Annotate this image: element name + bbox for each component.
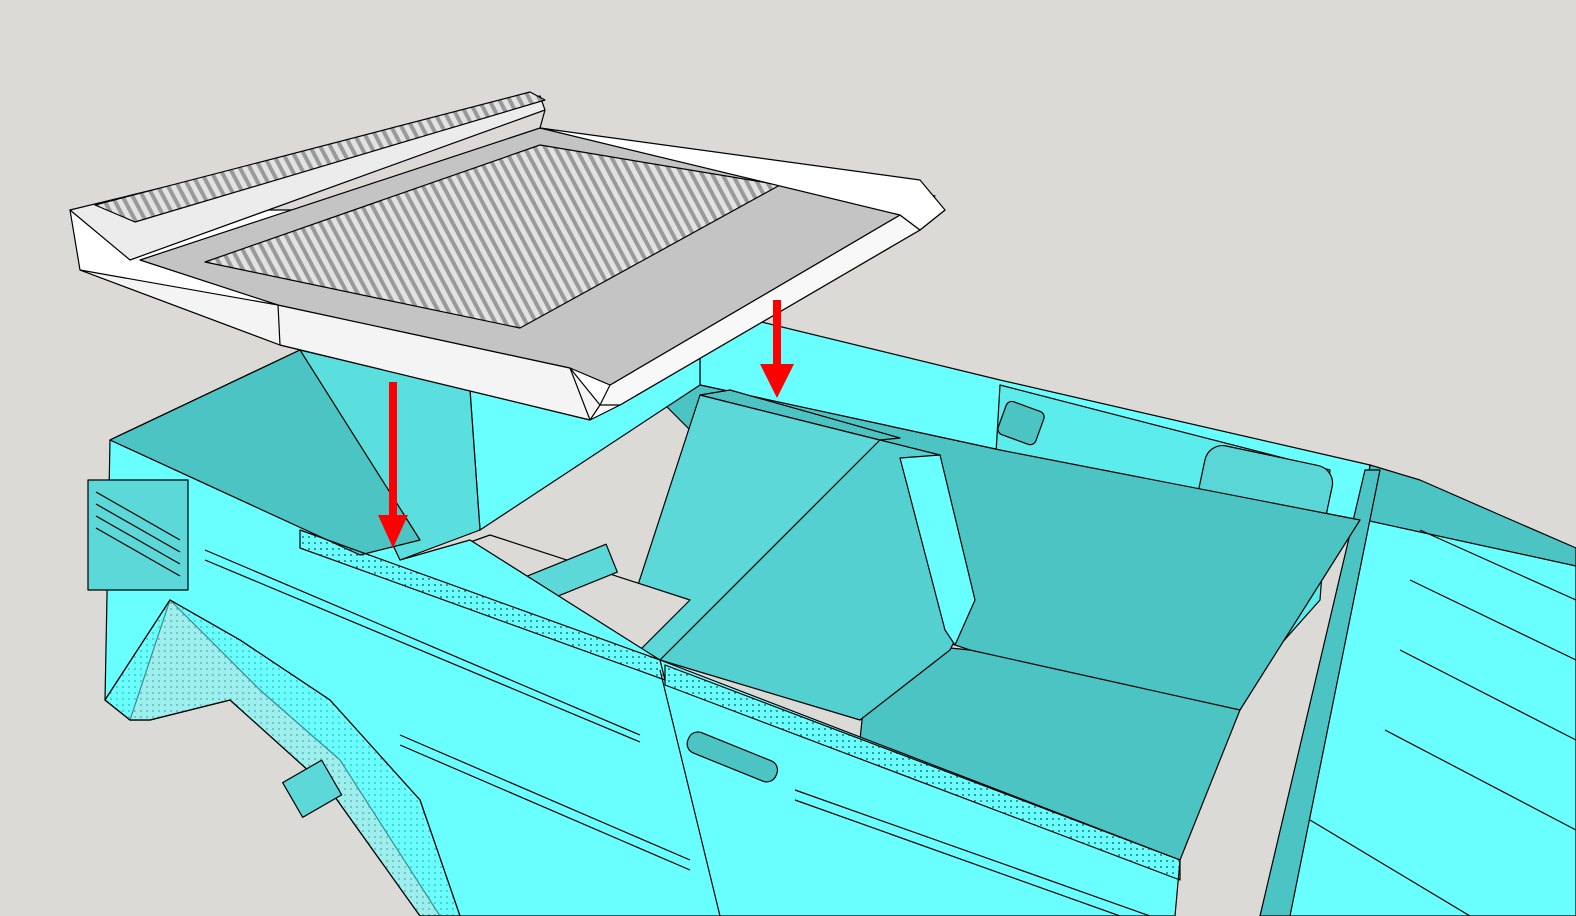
model-viewport: [0, 0, 1576, 916]
car-body: [87, 317, 1576, 916]
grille: [87, 479, 189, 591]
scene-svg: [69, 91, 1576, 916]
